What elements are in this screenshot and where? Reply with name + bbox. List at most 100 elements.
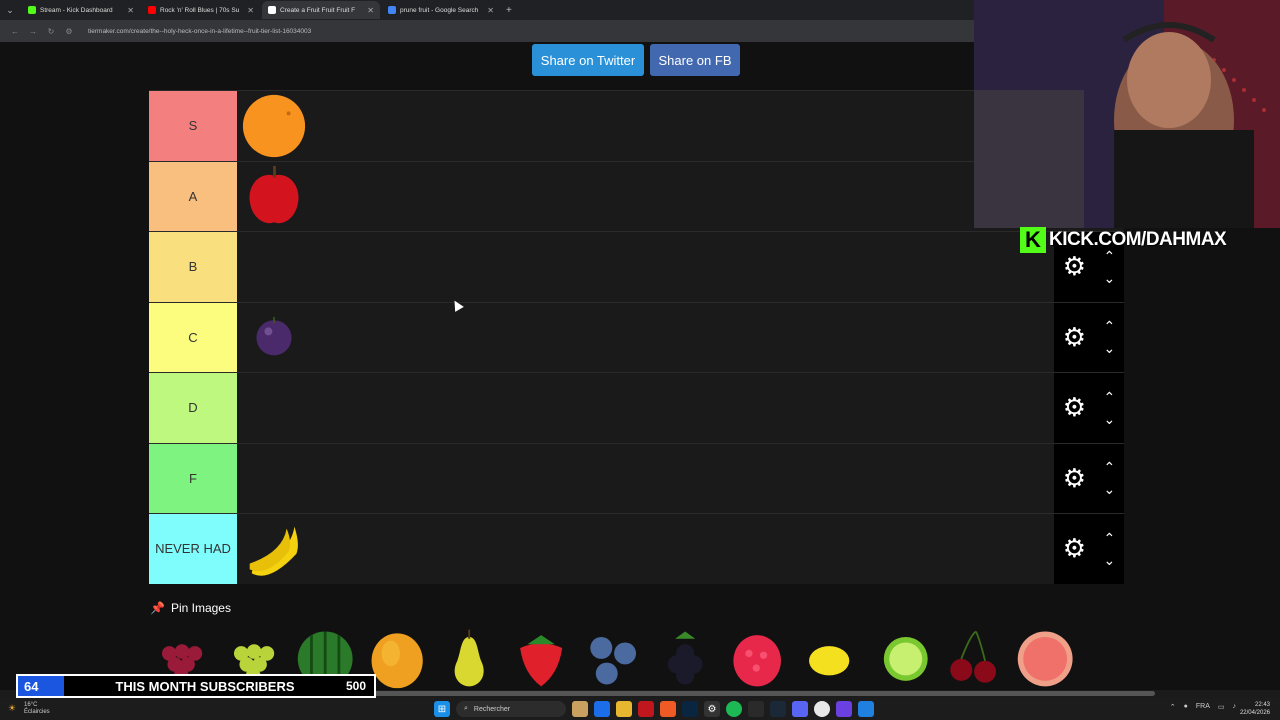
network-icon[interactable]: ▭ [1218,703,1225,711]
move-tier-up-icon[interactable]: ⌃ [1104,315,1116,337]
xbox-icon[interactable] [748,701,764,717]
move-tier-down-icon[interactable]: ⌄ [1104,549,1116,571]
windows-start-icon[interactable]: ⊞ [434,701,450,717]
subscriber-goal-bar: 64 THIS MONTH SUBSCRIBERS 500 [16,674,376,698]
spotify-icon[interactable] [726,701,742,717]
app-red-icon[interactable] [638,701,654,717]
language-indicator[interactable]: FRA [1196,703,1210,711]
search-placeholder: Rechercher [473,705,511,713]
tier-row: F ⚙ ⌃ ⌄ [149,442,1124,514]
tier-label[interactable]: D [149,373,237,443]
weather-widget[interactable]: 16°C Éclaircies [24,702,50,716]
move-tier-up-icon[interactable]: ⌃ [1104,456,1116,478]
move-tier-up-icon[interactable]: ⌃ [1104,527,1116,549]
system-tray[interactable]: ⌃ ● FRA ▭ ♪ [1170,703,1236,711]
browser-tab[interactable]: Stream - Kick Dashboard ✕ [22,1,140,19]
app-orange-icon[interactable] [660,701,676,717]
fruit-image-orange[interactable] [239,91,309,161]
browser-tab[interactable]: prune fruit - Google Search ✕ [382,1,500,19]
pin-images-toggle[interactable]: 📌 Pin Images [150,601,231,615]
tab-close-icon[interactable]: ✕ [367,6,374,15]
tab-title: Create a Fruit Fruit Fruit F [280,6,356,14]
tab-title: Rock 'n' Roll Blues | 70s Su [160,6,240,14]
fruit-image-apple[interactable] [239,161,309,231]
back-icon[interactable]: ← [6,27,24,36]
taskbar-clock[interactable]: 22:43 22/04/2026 [1240,701,1270,717]
tier-label[interactable]: A [149,161,237,231]
discord-icon[interactable] [792,701,808,717]
share-facebook-button[interactable]: Share on FB [650,44,740,76]
browser-tab[interactable]: Create a Fruit Fruit Fruit F ✕ [262,1,380,19]
fruit-image-banana[interactable] [239,514,309,584]
move-tier-up-icon[interactable]: ⌃ [1104,386,1116,408]
tier-label[interactable]: S [149,91,237,161]
tab-close-icon[interactable]: ✕ [247,6,254,15]
kick-url: KICK.COM/DAHMAX [1049,229,1227,250]
move-tier-down-icon[interactable]: ⌄ [1104,408,1116,430]
chrome-icon[interactable] [814,701,830,717]
tier-drop-zone[interactable] [237,303,1054,373]
site-info-icon[interactable]: ⚙ [60,27,78,36]
webcam-overlay [974,0,1280,228]
taskbar-search[interactable]: ⌕ Rechercher [456,701,566,717]
fruit-image-grapefruit[interactable] [1014,625,1080,690]
tier-controls: ⚙ ⌃ ⌄ [1054,443,1124,513]
reload-icon[interactable]: ↻ [42,27,60,36]
app-purple-icon[interactable] [836,701,852,717]
fruit-image-plum[interactable] [239,302,309,372]
fruit-image-lemon[interactable] [798,625,864,690]
tier-drop-zone[interactable] [237,91,1054,161]
steam-icon[interactable] [770,701,786,717]
tab-favicon-icon [268,6,276,14]
fruit-image-raspberry[interactable] [726,625,792,690]
tier-settings-gear-icon[interactable]: ⚙ [1063,392,1086,423]
tab-close-icon[interactable]: ✕ [487,6,494,15]
fruit-image-blackberry[interactable] [654,625,720,690]
tab-close-icon[interactable]: ✕ [127,6,134,15]
share-twitter-button[interactable]: Share on Twitter [532,44,644,76]
tray-overflow-icon[interactable]: ⌃ [1170,703,1176,711]
forward-icon[interactable]: → [24,27,42,36]
clock-date: 22/04/2026 [1239,710,1270,716]
app-gear-icon[interactable]: ⚙ [704,701,720,717]
file-explorer-icon[interactable] [616,701,632,717]
tier-drop-zone[interactable] [237,373,1054,443]
kick-logo-icon: K [1020,227,1046,253]
app-blue-icon[interactable] [858,701,874,717]
weather-temp: 16°C [24,702,38,708]
tier-drop-zone[interactable] [237,444,1054,514]
tier-drop-zone[interactable] [237,514,1054,584]
copilot-icon[interactable] [594,701,610,717]
new-tab-button[interactable]: + [506,5,512,16]
volume-icon[interactable]: ♪ [1233,703,1237,711]
tier-label[interactable]: NEVER HAD [149,514,237,584]
move-tier-down-icon[interactable]: ⌄ [1104,478,1116,500]
mic-icon[interactable]: ● [1184,703,1188,711]
fruit-image-strawberry[interactable] [510,625,576,690]
tier-drop-zone[interactable] [237,232,1054,302]
address-bar: ← → ↻ ⚙ tiermaker.com/create/the--holy-h… [0,20,975,42]
tier-settings-gear-icon[interactable]: ⚙ [1063,533,1086,564]
tier-label[interactable]: F [149,443,237,513]
tier-label[interactable]: C [149,302,237,372]
browser-tab[interactable]: Rock 'n' Roll Blues | 70s Su ✕ [142,1,260,19]
fruit-image-lime[interactable] [870,625,936,690]
tab-search-icon[interactable]: ⌄ [0,0,20,20]
tab-favicon-icon [28,6,36,14]
tier-settings-gear-icon[interactable]: ⚙ [1063,322,1086,353]
app-dark-icon[interactable] [682,701,698,717]
tier-label[interactable]: B [149,232,237,302]
widget-icon[interactable] [572,701,588,717]
tier-controls: ⚙ ⌃ ⌄ [1054,302,1124,372]
tier-row: NEVER HAD ⚙ ⌃ ⌄ [149,513,1124,584]
tier-controls: ⚙ ⌃ ⌄ [1054,373,1124,443]
move-tier-down-icon[interactable]: ⌄ [1104,337,1116,359]
move-tier-down-icon[interactable]: ⌄ [1104,267,1116,289]
tier-drop-zone[interactable] [237,162,1054,232]
fruit-image-pear[interactable] [438,625,504,690]
fruit-image-blueberries[interactable] [582,625,648,690]
url-text[interactable]: tiermaker.com/create/the--holy-heck-once… [88,28,311,35]
fruit-image-cherries[interactable] [942,625,1008,690]
kick-channel-banner: K KICK.COM/DAHMAX [1020,220,1274,260]
tier-settings-gear-icon[interactable]: ⚙ [1063,463,1086,494]
